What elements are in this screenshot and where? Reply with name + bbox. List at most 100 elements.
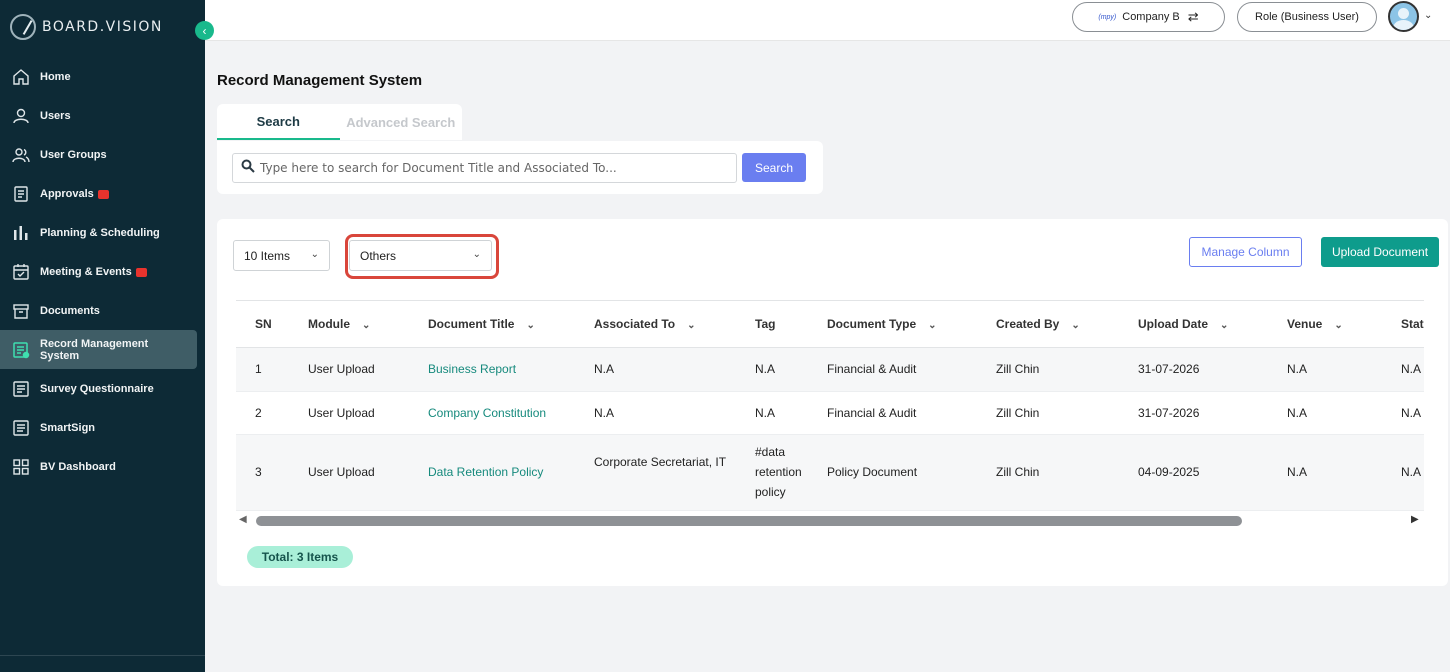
sidebar-item-label: Meeting & Events — [40, 265, 132, 278]
column-header-label: Venue — [1287, 317, 1323, 331]
tab-advanced-search[interactable]: Advanced Search — [340, 104, 463, 140]
avatar[interactable] — [1388, 1, 1419, 32]
table-row[interactable]: 3 User Upload Data Retention Policy Corp… — [236, 435, 1424, 511]
sidebar-item-bv-dashboard[interactable]: BV Dashboard — [0, 447, 205, 486]
scroll-right-arrow-icon[interactable]: ▶ — [1411, 514, 1419, 525]
sidebar: BOARD.VISION Home Users User Groups Appr… — [0, 0, 205, 672]
sidebar-item-users[interactable]: Users — [0, 96, 205, 135]
home-icon — [12, 68, 30, 86]
search-input[interactable]: Type here to search for Document Title a… — [232, 153, 737, 183]
column-header-document-type[interactable]: Document Type ⌄ — [827, 317, 937, 331]
notification-badge — [135, 268, 147, 277]
cell-module: User Upload — [308, 465, 375, 479]
cell-document-title-link[interactable]: Data Retention Policy — [428, 462, 543, 482]
column-header-document-title[interactable]: Document Title ⌄ — [428, 317, 535, 331]
sidebar-item-label: Users — [40, 109, 71, 122]
cell-associated-to: N.A — [594, 406, 615, 420]
column-header-venue[interactable]: Venue ⌄ — [1287, 317, 1343, 331]
cell-created-by: Zill Chin — [996, 406, 1040, 420]
sidebar-item-user-groups[interactable]: User Groups — [0, 135, 205, 174]
column-header-label: Associated To — [594, 317, 676, 331]
cell-created-by: Zill Chin — [996, 465, 1040, 479]
column-header-upload-date[interactable]: Upload Date ⌄ — [1138, 317, 1228, 331]
sidebar-item-label: User Groups — [40, 148, 107, 161]
board-vision-logo-icon — [10, 14, 36, 40]
survey-icon — [12, 380, 30, 398]
records-panel: 10 Items ⌄ Others ⌄ Manage Column Upload… — [217, 219, 1448, 586]
chevron-down-icon[interactable]: ⌄ — [687, 320, 695, 331]
table-row[interactable]: 2 User Upload Company Constitution N.A N… — [236, 392, 1424, 435]
sidebar-item-home[interactable]: Home — [0, 57, 205, 96]
role-label: Role (Business User) — [1255, 11, 1359, 23]
chevron-down-icon[interactable]: ⌄ — [526, 320, 534, 331]
horizontal-scrollbar[interactable]: ◀ ▶ — [236, 511, 1424, 531]
brand[interactable]: BOARD.VISION — [10, 14, 163, 40]
chevron-down-icon[interactable]: ⌄ — [1334, 320, 1342, 331]
approval-icon — [12, 185, 30, 203]
table-row[interactable]: 1 User Upload Business Report N.A N.A Fi… — [236, 348, 1424, 392]
cell-document-title-link[interactable]: Company Constitution — [428, 403, 546, 423]
sidebar-item-planning-scheduling[interactable]: Planning & Scheduling — [0, 213, 205, 252]
items-per-page-select[interactable]: 10 Items ⌄ — [233, 240, 330, 271]
column-header-label: Tag — [755, 317, 776, 331]
cell-status: N.A — [1401, 362, 1422, 376]
collapse-sidebar-button[interactable]: ‹ — [195, 21, 214, 40]
scrollbar-thumb[interactable] — [256, 516, 1242, 526]
cell-venue: N.A — [1287, 465, 1308, 479]
sidebar-item-label: BV Dashboard — [40, 460, 116, 473]
cell-status: N.A — [1401, 406, 1422, 420]
role-switcher[interactable]: Role (Business User) — [1237, 2, 1377, 32]
cell-status: N.A — [1401, 465, 1422, 479]
brand-name: BOARD.VISION — [42, 19, 163, 35]
search-panel: Type here to search for Document Title a… — [217, 141, 823, 194]
notification-badge — [97, 190, 109, 199]
sidebar-item-survey-questionnaire[interactable]: Survey Questionnaire — [0, 369, 205, 408]
column-header-label: Upload Date — [1138, 317, 1209, 331]
manage-column-button[interactable]: Manage Column — [1189, 237, 1302, 267]
sidebar-divider — [0, 655, 205, 656]
page-title: Record Management System — [217, 72, 423, 89]
sidebar-item-record-management-system[interactable]: Record Management System — [0, 330, 197, 369]
column-header-label: Created By — [996, 317, 1060, 331]
scroll-left-arrow-icon[interactable]: ◀ — [239, 514, 247, 525]
company-logo-icon: (mpy) — [1098, 13, 1117, 21]
sidebar-item-label: Documents — [40, 304, 100, 317]
cell-tag: N.A — [755, 406, 776, 420]
category-filter-select[interactable]: Others ⌄ — [349, 240, 492, 271]
chevron-left-icon: ‹ — [202, 23, 207, 38]
column-header-module[interactable]: Module ⌄ — [308, 317, 370, 331]
smartsign-icon — [12, 419, 30, 437]
chevron-down-icon[interactable]: ⌄ — [1220, 320, 1228, 331]
cell-document-title-link[interactable]: Business Report — [428, 359, 516, 379]
swap-icon: ⇄ — [1187, 9, 1199, 24]
chevron-down-icon[interactable]: ⌄ — [1071, 320, 1079, 331]
cell-module: User Upload — [308, 406, 375, 420]
chevron-down-icon[interactable]: ⌄ — [362, 320, 370, 331]
upload-document-button[interactable]: Upload Document — [1321, 237, 1439, 267]
chevron-down-icon[interactable]: ⌄ — [928, 320, 936, 331]
search-button[interactable]: Search — [742, 153, 806, 182]
column-header-label: Document Title — [428, 317, 515, 331]
search-placeholder: Type here to search for Document Title a… — [260, 161, 617, 175]
sidebar-item-documents[interactable]: Documents — [0, 291, 205, 330]
tab-search[interactable]: Search — [217, 104, 340, 140]
sidebar-nav: Home Users User Groups Approvals Plannin… — [0, 57, 205, 486]
column-header-tag[interactable]: Tag — [755, 317, 775, 331]
column-header-status[interactable]: Stat — [1401, 317, 1424, 331]
company-switcher[interactable]: (mpy) Company B ⇄ — [1072, 2, 1225, 32]
cell-venue: N.A — [1287, 406, 1308, 420]
chevron-down-icon[interactable]: ⌄ — [1424, 10, 1432, 21]
items-per-page-value: 10 Items — [244, 248, 291, 263]
table-header: SN Module ⌄ Document Title ⌄ Associated To… — [236, 300, 1424, 348]
cell-module: User Upload — [308, 362, 375, 376]
user-icon — [12, 107, 30, 125]
sidebar-item-smartsign[interactable]: SmartSign — [0, 408, 205, 447]
bar-chart-icon — [12, 224, 30, 242]
column-header-sn[interactable]: SN — [255, 317, 272, 331]
column-header-associated-to[interactable]: Associated To ⌄ — [594, 317, 696, 331]
sidebar-item-meeting-events[interactable]: Meeting & Events — [0, 252, 205, 291]
sidebar-item-approvals[interactable]: Approvals — [0, 174, 205, 213]
column-header-created-by[interactable]: Created By ⌄ — [996, 317, 1080, 331]
cell-sn: 2 — [255, 406, 262, 420]
cell-associated-to: N.A — [594, 362, 615, 376]
